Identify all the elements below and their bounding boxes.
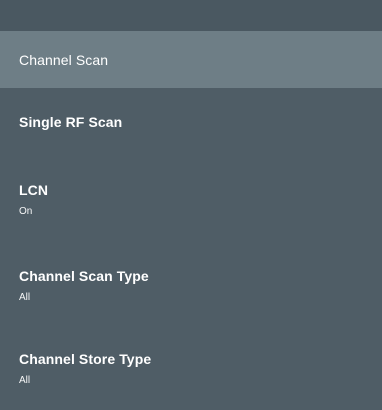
menu-item-channel-scan-type[interactable]: Channel Scan Type All [0,243,382,327]
menu-item-value: All [19,374,31,386]
channel-settings-panel: Channel Scan Single RF Scan LCN On Chann… [0,0,382,410]
menu-item-value: On [19,206,33,217]
menu-item-single-rf-scan[interactable]: Single RF Scan [0,88,382,156]
menu-item-label: Channel Scan [19,51,109,68]
top-strip [0,0,382,31]
menu-item-channel-scan[interactable]: Channel Scan [0,31,382,88]
menu-item-channel-store-type[interactable]: Channel Store Type All [0,327,382,409]
menu-item-label: Channel Scan Type [19,267,149,284]
menu-item-value: All [19,291,31,303]
menu-item-label: Single RF Scan [19,114,123,130]
menu-item-label: LCN [19,182,49,198]
menu-item-lcn[interactable]: LCN On [0,156,382,243]
menu-item-label: Channel Store Type [19,350,152,367]
